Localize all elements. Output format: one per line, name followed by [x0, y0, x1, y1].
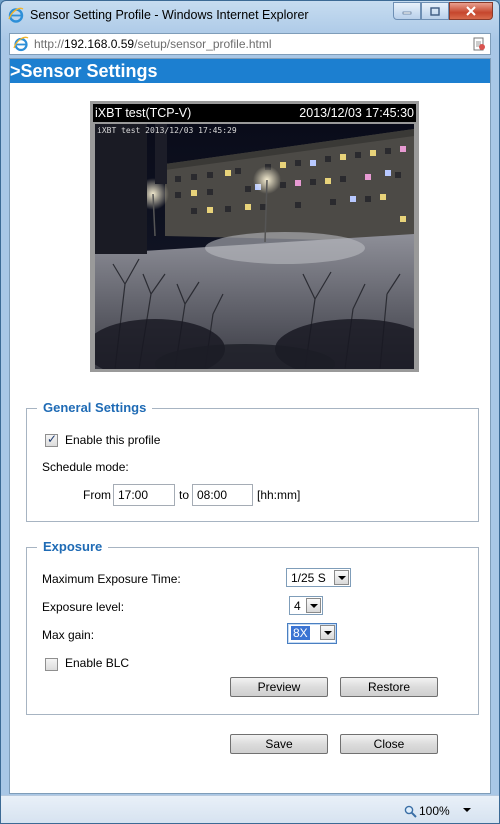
title-bar: Sensor Setting Profile - Windows Interne…	[1, 1, 499, 31]
enable-blc-label: Enable BLC	[65, 656, 130, 670]
exposure-level-value: 4	[294, 599, 301, 613]
close-icon	[466, 6, 476, 16]
address-url: http://192.168.0.59/setup/sensor_profile…	[34, 37, 272, 51]
from-label: From	[83, 488, 111, 502]
general-settings-legend: General Settings	[37, 400, 153, 415]
save-button[interactable]: Save	[230, 734, 328, 754]
time-unit-label: [hh:mm]	[257, 488, 301, 502]
exposure-legend: Exposure	[37, 539, 109, 554]
maximize-icon	[430, 6, 440, 16]
close-window-button[interactable]	[449, 2, 493, 20]
page-content: >Sensor Settings iXBT test(TCP-V) 2013/1…	[9, 58, 491, 794]
url-prefix: http://	[34, 37, 65, 51]
schedule-mode-label: Schedule mode:	[42, 460, 129, 474]
max-exposure-time-label: Maximum Exposure Time:	[42, 572, 181, 586]
window-controls	[393, 2, 493, 20]
exposure-level-label: Exposure level:	[42, 600, 125, 614]
ie-page-icon	[13, 36, 29, 52]
chevron-down-icon	[320, 625, 335, 640]
general-settings-group: General Settings Enable this profile Sch…	[26, 400, 479, 522]
video-overlay-stamp: iXBT test 2013/12/03 17:45:29	[97, 126, 237, 135]
video-caption-bar: iXBT test(TCP-V) 2013/12/03 17:45:30	[93, 104, 416, 122]
enable-profile-label: Enable this profile	[65, 433, 161, 447]
max-exposure-time-select[interactable]: 1/25 S	[286, 568, 351, 587]
chevron-down-icon	[306, 598, 321, 613]
status-bar: 100%	[1, 795, 499, 823]
minimize-icon	[402, 11, 412, 15]
minimize-button[interactable]	[393, 2, 421, 20]
max-exposure-time-value: 1/25 S	[291, 571, 326, 585]
zoom-control[interactable]: 100%	[404, 804, 450, 818]
preview-button[interactable]: Preview	[230, 677, 328, 697]
url-host: 192.168.0.59	[64, 37, 135, 51]
maximize-button[interactable]	[421, 2, 449, 20]
zoom-dropdown-icon[interactable]	[463, 808, 471, 812]
window-title: Sensor Setting Profile - Windows Interne…	[30, 8, 309, 22]
max-gain-select[interactable]: 8X	[287, 623, 337, 644]
night-scene-image	[95, 124, 414, 369]
enable-profile-checkbox[interactable]	[45, 432, 58, 447]
exposure-level-select[interactable]: 4	[289, 596, 323, 615]
to-label: to	[179, 488, 190, 502]
page-warning-icon[interactable]	[472, 37, 486, 51]
enable-blc-checkbox[interactable]	[45, 658, 58, 671]
to-time-input[interactable]	[192, 484, 253, 506]
ie-window: Sensor Setting Profile - Windows Interne…	[0, 0, 500, 824]
restore-button[interactable]: Restore	[340, 677, 438, 697]
close-button[interactable]: Close	[340, 734, 438, 754]
max-gain-label: Max gain:	[42, 628, 95, 642]
ie-logo-icon	[8, 7, 24, 23]
exposure-group: Exposure Maximum Exposure Time: 1/25 S E…	[26, 539, 479, 715]
video-preview: iXBT test(TCP-V) 2013/12/03 17:45:30 iXB…	[90, 101, 419, 372]
page-title: >Sensor Settings	[10, 59, 490, 83]
chevron-down-icon	[334, 570, 349, 585]
zoom-level: 100%	[419, 804, 450, 818]
video-datetime: 2013/12/03 17:45:30	[299, 106, 414, 120]
address-bar[interactable]: http://192.168.0.59/setup/sensor_profile…	[9, 33, 491, 55]
video-caption: iXBT test(TCP-V)	[95, 106, 192, 120]
url-path: /setup/sensor_profile.html	[134, 37, 272, 51]
from-time-input[interactable]	[113, 484, 175, 506]
max-gain-value: 8X	[291, 626, 310, 640]
zoom-magnifier-icon	[404, 805, 417, 818]
camera-image: iXBT test 2013/12/03 17:45:29	[95, 124, 414, 369]
